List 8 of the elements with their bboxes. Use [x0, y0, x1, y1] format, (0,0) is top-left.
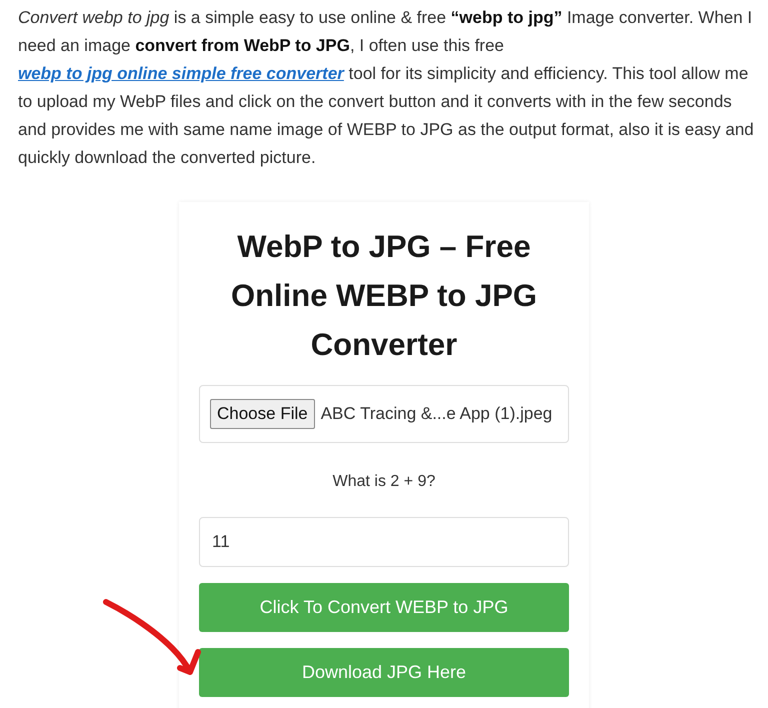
choose-file-button[interactable]: Choose File — [210, 399, 315, 429]
file-input[interactable]: Choose File ABC Tracing &...e App (1).jpeg — [199, 385, 569, 443]
file-name: ABC Tracing &...e App (1).jpeg — [320, 404, 552, 424]
converter-link[interactable]: webp to jpg online simple free converter — [18, 64, 344, 83]
converter-title: WebP to JPG – Free Online WEBP to JPG Converter — [230, 228, 538, 364]
captcha-question: What is 2 + 9? — [332, 473, 436, 491]
intro-paragraph: Convert webp to jpg is a simple easy to use online & free “webp to jpg” Image converter. When I need an image convert from WebP to JPG, I often use this free webp to jpg online simple free converter tool for its simplicity and efficiency. This tool allow me to upload my WebP files and click on the convert button and it converts with in the few seconds and provides me with same name image of WEBP to JPG as the output format, also it is easy and quickly download the converted picture. — [17, 7, 755, 169]
answer-field[interactable]: 11 — [199, 517, 569, 567]
